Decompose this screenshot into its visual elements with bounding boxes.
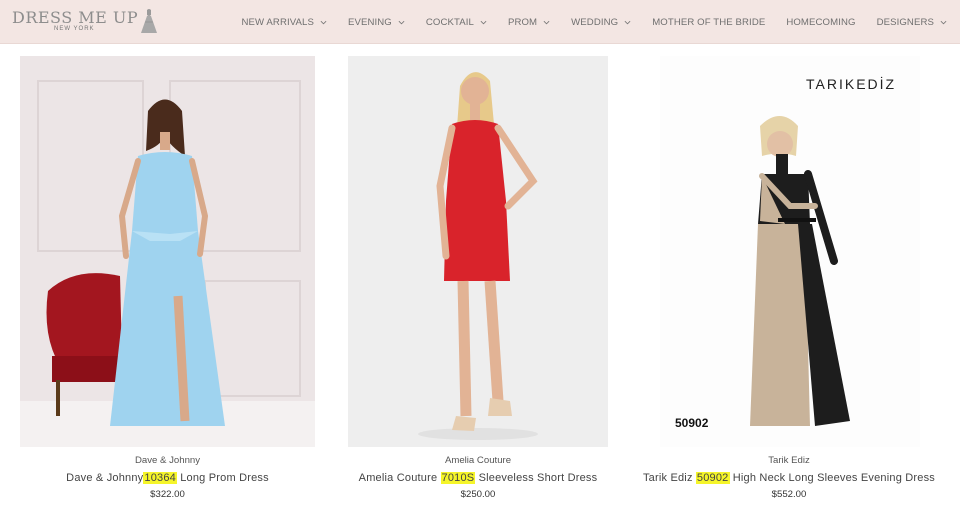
nav-label: MOTHER OF THE BRIDE [652,16,766,28]
nav-label: EVENING [347,16,392,28]
chevron-down-icon [543,20,550,24]
nav-label: PROM [507,16,538,28]
title-prefix: Dave & Johnny [66,472,144,484]
style-number-highlight: 7010S [440,472,476,484]
nav-homecoming[interactable]: HOMECOMING [786,17,855,28]
logo-subtitle: NEW YORK [54,26,95,32]
product-image[interactable] [348,56,608,447]
title-suffix: Long Prom Dress [176,472,269,484]
designer-logo-text: TARIKEDİZ [806,76,897,92]
product-title[interactable]: Amelia Couture 7010S Sleeveless Short Dr… [348,470,608,486]
nav-label: WEDDING [571,16,619,28]
nav-mother-of-the-bride[interactable]: MOTHER OF THE BRIDE [652,17,765,28]
product-image[interactable] [20,56,315,447]
product-title[interactable]: Tarik Ediz 50902 High Neck Long Sleeves … [640,470,938,486]
main-nav: NEW ARRIVALS EVENING COCKTAIL PROM WEDDI… [221,0,960,44]
nav-label: HOMECOMING [786,16,856,28]
style-number-highlight: 50902 [695,472,730,484]
site-logo[interactable]: DRESS ME UP NEW YORK [12,8,157,38]
chevron-down-icon [320,20,327,24]
chevron-down-icon [624,20,631,24]
title-suffix: Sleeveless Short Dress [475,472,598,484]
title-prefix: Tarik Ediz [642,472,696,484]
style-number-highlight: 10364 [143,472,177,484]
nav-evening[interactable]: EVENING [348,17,405,28]
product-image[interactable]: TARIKEDİZ 50902 [640,56,938,447]
site-header: DRESS ME UP NEW YORK NEW ARRIVALS EVENIN… [0,0,960,44]
product-price: $250.00 [460,489,496,500]
chevron-down-icon [398,20,405,24]
nav-designers[interactable]: DESIGNERS [877,17,947,28]
title-prefix: Amelia Couture [358,472,441,484]
product-title[interactable]: Dave & Johnny10364 Long Prom Dress [20,470,315,486]
nav-label: DESIGNERS [876,16,934,28]
product-info: Amelia Couture Amelia Couture 7010S Slee… [348,455,608,502]
nav-prom[interactable]: PROM [508,17,550,28]
product-price: $322.00 [150,489,185,500]
product-price: $552.00 [771,489,807,500]
nav-wedding[interactable]: WEDDING [571,17,631,28]
nav-label: NEW ARRIVALS [241,16,314,28]
image-style-label: 50902 [675,416,709,430]
product-info: Tarik Ediz Tarik Ediz 50902 High Neck Lo… [640,455,938,502]
title-suffix: High Neck Long Sleeves Evening Dress [729,472,936,484]
product-photo [660,56,920,447]
product-brand[interactable]: Tarik Ediz [640,455,938,467]
nav-label: COCKTAIL [425,16,474,28]
product-brand[interactable]: Dave & Johnny [20,455,315,467]
logo-wordmark: DRESS ME UP [12,8,139,27]
product-info: Dave & Johnny Dave & Johnny10364 Long Pr… [20,455,315,502]
nav-new-arrivals[interactable]: NEW ARRIVALS [242,17,327,28]
chevron-down-icon [940,20,947,24]
product-brand[interactable]: Amelia Couture [348,455,608,467]
nav-cocktail[interactable]: COCKTAIL [426,17,487,28]
dress-icon [141,9,157,33]
chevron-down-icon [480,20,487,24]
